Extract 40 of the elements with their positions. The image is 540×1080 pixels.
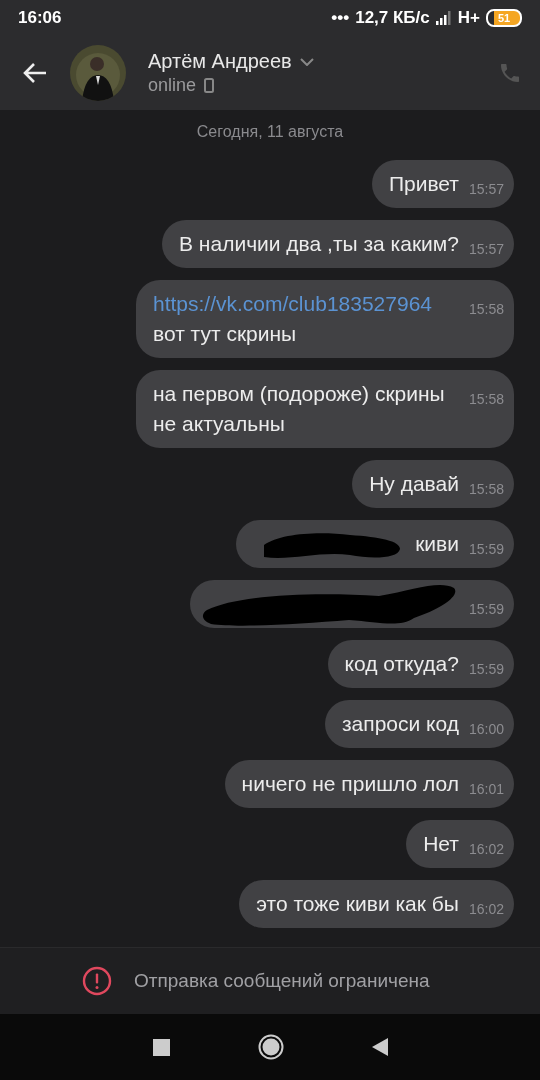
message-text: Привет — [388, 172, 459, 195]
recents-square-icon[interactable] — [152, 1038, 170, 1056]
message-time: 15:58 — [468, 480, 504, 499]
signal-icon — [435, 11, 452, 25]
activity-dots: ••• — [331, 8, 350, 28]
phone-device-icon — [204, 78, 215, 93]
message-text: на первом (подороже) скрины не актуальны — [153, 382, 445, 435]
message-time: 16:02 — [468, 900, 504, 919]
back-arrow-icon[interactable] — [22, 62, 48, 84]
restriction-notice: Отправка сообщений ограничена — [134, 970, 430, 992]
message-time: 16:02 — [468, 840, 504, 859]
date-divider: Сегодня, 11 августа — [196, 122, 344, 142]
network-type: H+ — [457, 8, 480, 28]
message-time: 15:57 — [468, 240, 504, 259]
message-text: Ну давай — [369, 472, 459, 495]
chevron-down-icon[interactable] — [299, 57, 314, 66]
message-time: 15:59 — [468, 660, 504, 679]
message-time: 16:00 — [468, 720, 504, 739]
back-triangle-icon[interactable] — [371, 1038, 388, 1056]
battery-icon: 51 — [486, 9, 522, 27]
message-text: ничего не пришло лол — [241, 772, 459, 795]
warning-icon — [82, 966, 112, 996]
message-text: киви — [415, 532, 459, 555]
message-time: 15:58 — [468, 300, 504, 319]
message-time: 15:59 — [468, 540, 504, 559]
message-text: В наличии два ,ты за каким? — [179, 232, 459, 255]
network-speed: 12,7 КБ/с — [355, 8, 430, 28]
contact-name[interactable]: Артём Андреев — [148, 50, 292, 73]
message-text: код откуда? — [344, 652, 459, 675]
message-text: Нет — [423, 832, 459, 855]
online-status: online — [148, 75, 197, 96]
message-text: https://vk.com/club183527964 вот тут скрины — [153, 292, 432, 345]
message-time: 16:01 — [468, 780, 504, 799]
message-time: 15:57 — [468, 180, 504, 199]
message-time: 15:59 — [468, 600, 504, 619]
message-text: запроси код — [341, 712, 459, 735]
message-time: 15:58 — [468, 390, 504, 409]
message-text: это тоже киви как бы — [256, 892, 459, 915]
clock-time: 16:06 — [18, 8, 62, 28]
home-circle-icon[interactable] — [257, 1034, 284, 1060]
